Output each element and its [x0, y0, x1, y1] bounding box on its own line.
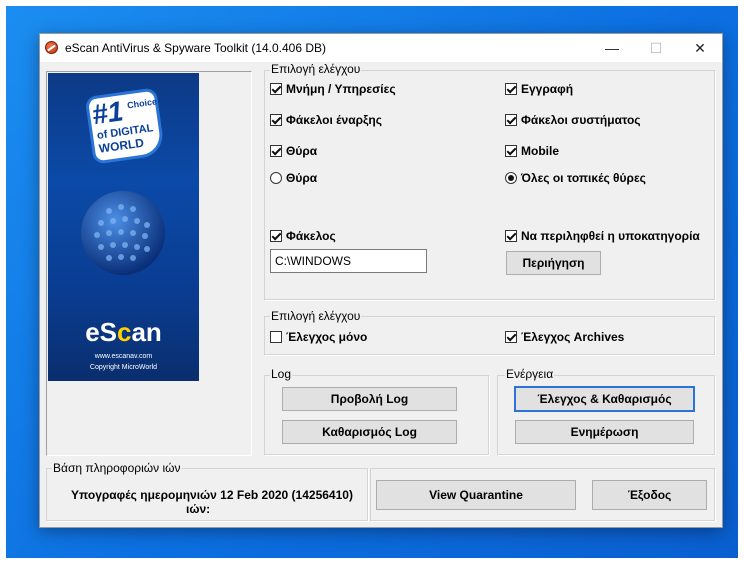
- update-button[interactable]: Ενημέρωση: [515, 420, 694, 444]
- minimize-icon[interactable]: —: [590, 34, 634, 62]
- escan-logo: eScan: [85, 317, 162, 347]
- folder-checkbox[interactable]: Φάκελος: [270, 228, 336, 244]
- system-folders-checkbox[interactable]: Φάκελοι συστήματος: [505, 112, 641, 128]
- signatures-suffix-text: ιών:: [186, 502, 211, 516]
- memory-services-checkbox[interactable]: Μνήμη / Υπηρεσίες: [270, 81, 396, 97]
- include-subfolders-checkbox[interactable]: Να περιληφθεί η υποκατηγορία: [505, 228, 700, 244]
- virus-db-legend: Βάση πληροφοριών ιών: [52, 461, 182, 475]
- ports-radio-label: Θύρα: [286, 171, 318, 185]
- ports-radio[interactable]: Θύρα: [270, 170, 317, 186]
- checkbox-checked-icon: [270, 145, 282, 157]
- log-legend: Log: [270, 367, 293, 381]
- scan-only-checkbox[interactable]: Έλεγχος μόνο: [270, 329, 367, 345]
- startup-folders-checkbox[interactable]: Φάκελοι έναρξης: [270, 112, 382, 128]
- scan-archives-checkbox[interactable]: Έλεγχος Archives: [505, 329, 624, 345]
- checkbox-checked-icon: [505, 230, 517, 242]
- checkbox-checked-icon: [505, 83, 517, 95]
- ports-checkbox[interactable]: Θύρα: [270, 143, 317, 159]
- copyright-text: Copyright MicroWorld: [89, 364, 158, 371]
- radio-unselected-icon: [270, 172, 282, 184]
- action-legend: Ενέργεια: [505, 367, 555, 381]
- memory-services-label: Μνήμη / Υπηρεσίες: [286, 82, 396, 96]
- maximize-icon[interactable]: ☐: [634, 34, 678, 62]
- number-one-choice-badge: #1 Choice of DIGITAL WORLD: [88, 90, 162, 162]
- exit-button[interactable]: Έξοδος: [592, 480, 707, 510]
- checkbox-checked-icon: [270, 114, 282, 126]
- escan-banner-image: #1 Choice of DIGITAL WORLD eScan www.esc…: [48, 73, 199, 381]
- browse-button[interactable]: Περιήγηση: [506, 251, 601, 275]
- badge-number: #1: [89, 95, 126, 131]
- view-log-button[interactable]: Προβολή Log: [282, 387, 457, 411]
- folder-label: Φάκελος: [286, 229, 336, 243]
- checkbox-checked-icon: [505, 331, 517, 343]
- escan-app-icon: [45, 41, 58, 54]
- registry-label: Εγγραφή: [521, 82, 574, 96]
- registry-checkbox[interactable]: Εγγραφή: [505, 81, 573, 97]
- view-quarantine-button[interactable]: View Quarantine: [376, 480, 576, 510]
- startup-folders-label: Φάκελοι έναρξης: [286, 113, 382, 127]
- checkbox-checked-icon: [505, 114, 517, 126]
- clear-log-button[interactable]: Καθαρισμός Log: [282, 420, 457, 444]
- all-local-ports-label: Όλες οι τοπικές θύρες: [521, 171, 646, 185]
- all-local-ports-radio[interactable]: Όλες οι τοπικές θύρες: [505, 170, 646, 186]
- scan-and-clean-button[interactable]: Έλεγχος & Καθαρισμός: [514, 386, 695, 412]
- checkbox-unchecked-icon: [270, 331, 282, 343]
- checkbox-checked-icon: [505, 145, 517, 157]
- scan-archives-label: Έλεγχος Archives: [521, 330, 625, 344]
- globe-icon: [81, 191, 165, 275]
- ports-checkbox-label: Θύρα: [286, 144, 318, 158]
- app-window: eScan AntiVirus & Spyware Toolkit (14.0.…: [39, 33, 723, 528]
- scan-options2-legend: Επιλογή ελέγχου: [270, 309, 362, 323]
- checkbox-checked-icon: [270, 83, 282, 95]
- scan-options-legend: Επιλογή ελέγχου: [270, 62, 362, 76]
- radio-selected-icon: [505, 172, 517, 184]
- folder-path-input[interactable]: C:\WINDOWS: [270, 249, 427, 273]
- desktop-background: eScan AntiVirus & Spyware Toolkit (14.0.…: [6, 6, 738, 558]
- signatures-date-text: Υπογραφές ημερομηνιών 12 Feb 2020 (14256…: [71, 488, 353, 502]
- mobile-checkbox[interactable]: Mobile: [505, 143, 559, 159]
- badge-choice: Choice: [126, 96, 158, 111]
- close-icon[interactable]: ✕: [678, 34, 722, 62]
- system-folders-label: Φάκελοι συστήματος: [521, 113, 641, 127]
- window-title: eScan AntiVirus & Spyware Toolkit (14.0.…: [65, 41, 327, 55]
- mobile-label: Mobile: [521, 144, 559, 158]
- title-bar[interactable]: eScan AntiVirus & Spyware Toolkit (14.0.…: [40, 34, 722, 62]
- escan-url: www.escanav.com: [94, 353, 153, 360]
- checkbox-checked-icon: [270, 230, 282, 242]
- include-subfolders-label: Να περιληφθεί η υποκατηγορία: [521, 229, 700, 243]
- scan-only-label: Έλεγχος μόνο: [286, 330, 368, 344]
